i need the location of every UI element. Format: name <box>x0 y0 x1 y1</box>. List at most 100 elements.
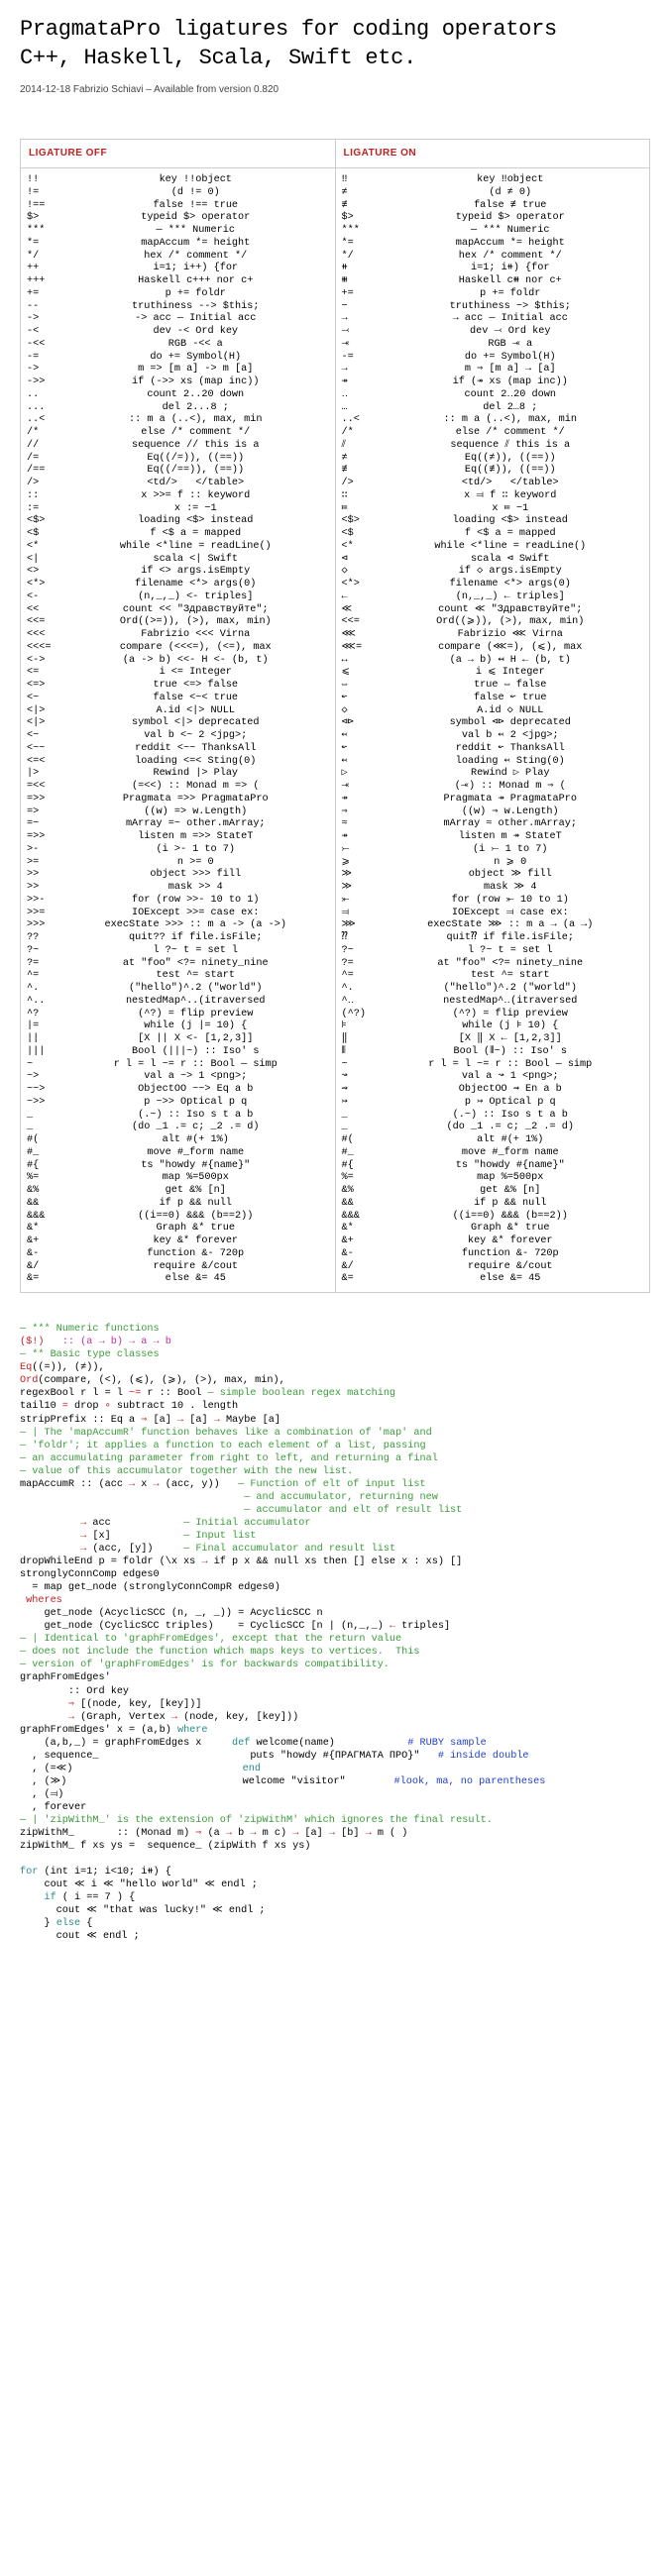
example-ligature: key ‼object <box>380 174 646 187</box>
example-ligature: r l = l ~= r :: Bool — simp <box>380 1059 646 1072</box>
example-ligature: p += foldr <box>380 288 646 301</box>
operator: -> <box>25 313 64 326</box>
table-row: ⩽i ⩽ Integer <box>340 667 646 680</box>
example-ligature: scala ⊲ Swift <box>380 554 646 567</box>
example: i=1; i++) {for <box>64 263 331 275</box>
table-row: !=(d != 0) <box>25 187 331 200</box>
example: p ~>> Optical p q <box>64 1097 331 1110</box>
example-ligature: (⤛) :: Monad m ⇒ ( <box>380 781 646 794</box>
example: if (->> xs (map inc)) <box>64 376 331 389</box>
operator: <> <box>25 566 64 579</box>
table-row: ***— *** Numeric <box>340 225 646 238</box>
example-ligature: nestedMap^‥(itraversed <box>380 996 646 1009</box>
example: execState >>> :: m a -> (a ->) <box>64 919 331 932</box>
example-ligature: map %=500px <box>380 1172 646 1185</box>
operator: ~>> <box>25 1097 64 1110</box>
example: mask >> 4 <box>64 882 331 895</box>
operator-ligature: ⫽ <box>340 440 380 453</box>
operator: $> <box>25 212 64 225</box>
example-ligature: (do _1 .= c; _2 .= d) <box>380 1122 646 1134</box>
table-row: >>object >>> fill <box>25 869 331 882</box>
example-ligature: get &% [n] <box>380 1185 646 1198</box>
example-ligature: function &- 720p <box>380 1248 646 1261</box>
example-ligature: hex /* comment */ <box>380 251 646 264</box>
example-ligature: reddit ↜ ThanksAll <box>380 743 646 756</box>
example: loading <=< Sting(0) <box>64 756 331 769</box>
operator: <| <box>25 554 64 567</box>
code-line: dropWhileEnd p = foldr (\x xs → if p x &… <box>20 1556 650 1568</box>
operator: &- <box>25 1248 64 1261</box>
table-row: <|>A.id <|> NULL <box>25 705 331 718</box>
table-row: &&&((i==0) &&& (b==2)) <box>25 1211 331 1224</box>
table-row: #_move #_form name <box>25 1147 331 1160</box>
operator-ligature: ⇔ <box>340 680 380 693</box>
operator-ligature: ..< <box>340 414 380 427</box>
table-row: -=do += Symbol(H) <box>25 352 331 365</box>
operator-ligature: <*> <box>340 579 380 591</box>
operator-ligature: /> <box>340 478 380 490</box>
example: truthiness --> $this; <box>64 301 331 314</box>
table-row: <$>loading <$> instead <box>340 515 646 528</box>
example-ligature: x ⫤ f ∷ keyword <box>380 490 646 503</box>
operator-ligature: ↜ <box>340 693 380 705</box>
example-ligature: Fabrizio ⋘ Virna <box>380 629 646 642</box>
operator: ^. <box>25 983 64 996</box>
code-line: zipWithM_ :: (Monad m) ⇒ (a → b → m c) →… <box>20 1827 650 1840</box>
operator-ligature: ⤛ <box>340 339 380 352</box>
operator-ligature: */ <box>340 251 380 264</box>
table-row: ≠(d ≠ 0) <box>340 187 646 200</box>
example: -> acc — Initial acc <box>64 313 331 326</box>
example: Eq((/==)), (==)) <box>64 465 331 478</box>
example-ligature: execState ⋙ :: m a → (a →) <box>380 919 646 932</box>
table-row: ..<:: m a (..<), max, min <box>340 414 646 427</box>
table-row: #(alt #(+ 1%) <box>25 1134 331 1147</box>
operator: ^.. <box>25 996 64 1009</box>
operator: += <box>25 288 64 301</box>
operator-ligature: ↠ <box>340 831 380 844</box>
operator-ligature: %= <box>340 1172 380 1185</box>
example: while <*line = readLine() <box>64 541 331 554</box>
example: key !!object <box>64 174 331 187</box>
example: Ord((>=)), (>), max, min) <box>64 616 331 629</box>
code-line: graphFromEdges' <box>20 1671 650 1684</box>
example: — *** Numeric <box>64 225 331 238</box>
operator: -= <box>25 352 64 365</box>
operator: !! <box>25 174 64 187</box>
example-ligature: — *** Numeric <box>380 225 646 238</box>
code-line: — value of this accumulator together wit… <box>20 1465 650 1478</box>
table-row: ~>>p ~>> Optical p q <box>25 1097 331 1110</box>
operator-ligature: ?~ <box>340 945 380 958</box>
table-row: ≫object ≫ fill <box>340 869 646 882</box>
table-row: <|>symbol <|> deprecated <box>25 717 331 730</box>
operator-ligature: #_ <box>340 1147 380 1160</box>
operator-ligature: ↜ <box>340 743 380 756</box>
table-row: _(do _1 .= c; _2 .= d) <box>25 1122 331 1134</box>
operator: <= <box>25 667 64 680</box>
code-line: Ord(compare, (<), (⩽), (⩾), (>), max, mi… <box>20 1374 650 1387</box>
table-row: >>mask >> 4 <box>25 882 331 895</box>
example-ligature: p ↣ Optical p q <box>380 1097 646 1110</box>
operator: _ <box>25 1122 64 1134</box>
table-row: *=mapAccum *= height <box>25 238 331 251</box>
example: loading <$> instead <box>64 515 331 528</box>
code-line: , (⫤) <box>20 1788 650 1801</box>
operator: || <box>25 1033 64 1046</box>
table-row: &&if p && null <box>340 1198 646 1211</box>
example: <td/> </table> <box>64 478 331 490</box>
example-ligature: ("hello")^.2 ("world") <box>380 983 646 996</box>
example-ligature: <td/> </table> <box>380 478 646 490</box>
example: hex /* comment */ <box>64 251 331 264</box>
operator: #( <box>25 1134 64 1147</box>
example: (.~) :: Iso s t a b <box>64 1110 331 1123</box>
operator: << <box>25 604 64 617</box>
example: (a -> b) <<- H <- (b, t) <box>64 655 331 668</box>
example: if <> args.isEmpty <box>64 566 331 579</box>
example-ligature: m ⇒ [m a] → [a] <box>380 364 646 376</box>
table-row: →m ⇒ [m a] → [a] <box>340 364 646 376</box>
example: dev -< Ord key <box>64 326 331 339</box>
operator-ligature: $> <box>340 212 380 225</box>
table-row: ▷Rewind ▷ Play <box>340 768 646 781</box>
operator-ligature: ≢ <box>340 200 380 213</box>
table-row: ⇒((w) ⇒ w.Length) <box>340 806 646 819</box>
table-row: ⋘=compare (⋘=), (⩽), max <box>340 642 646 655</box>
